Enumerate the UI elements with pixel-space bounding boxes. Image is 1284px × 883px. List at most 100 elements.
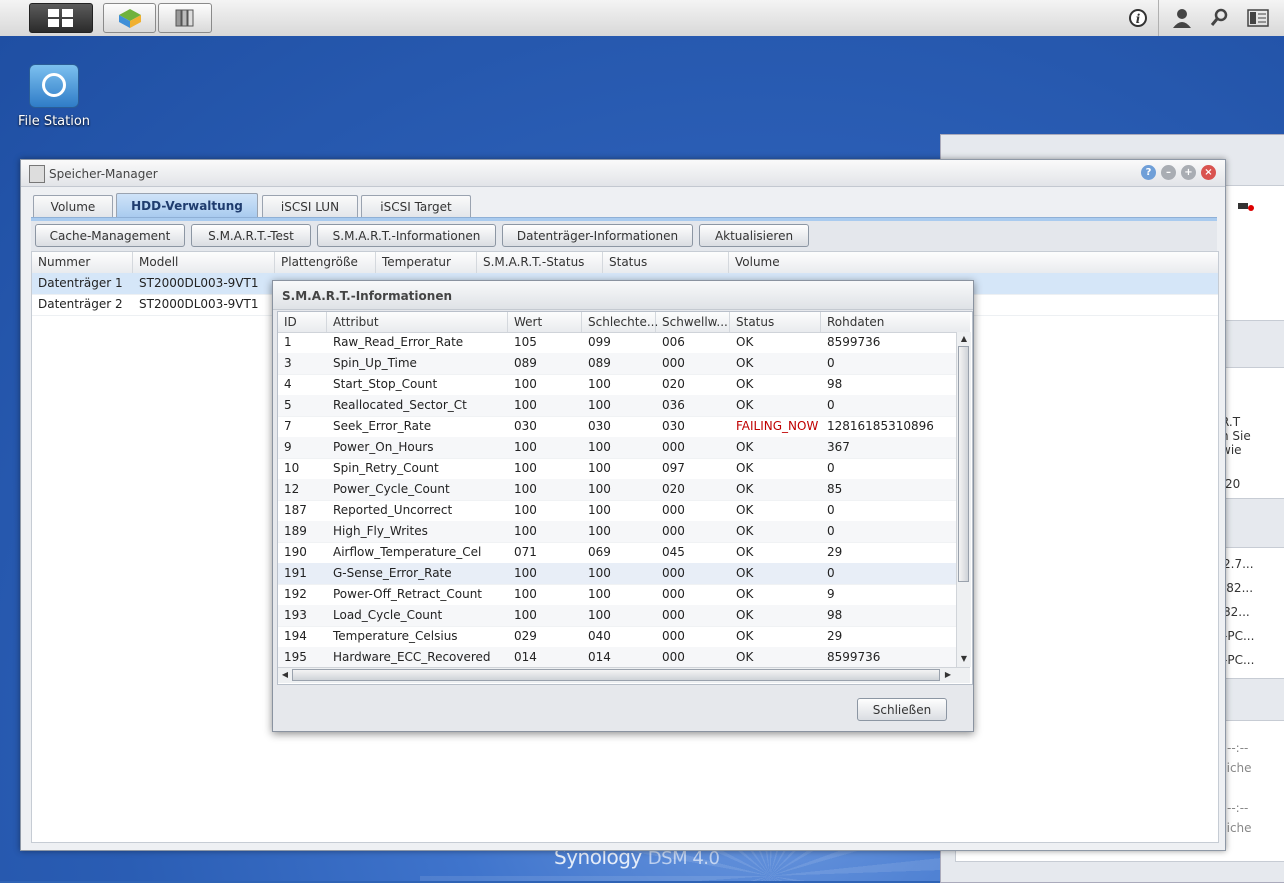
cell-wert: 100 — [514, 524, 537, 538]
column-header[interactable]: Plattengröße — [275, 252, 376, 273]
maximize-icon[interactable]: + — [1181, 165, 1196, 180]
table-row[interactable]: 191 G-Sense_Error_Rate 100 100 000 OK 0 — [278, 563, 956, 585]
user-icon[interactable] — [1171, 7, 1193, 29]
horizontal-scrollbar[interactable]: ◀ ▶ — [278, 667, 970, 683]
cell-schlechteste: 100 — [588, 377, 611, 391]
cell-attribut: Airflow_Temperature_Cel — [333, 545, 482, 559]
column-header[interactable]: Volume — [729, 252, 1218, 273]
vertical-scrollbar[interactable]: ▲ ▼ — [956, 332, 971, 667]
cell-wert: 105 — [514, 335, 537, 349]
dialog-titlebar[interactable]: S.M.A.R.T.-Informationen — [273, 281, 973, 310]
column-header[interactable]: ID — [278, 312, 327, 332]
cell-schwellwert: 020 — [662, 482, 685, 496]
tab-iscsi-target[interactable]: iSCSI Target — [361, 195, 471, 217]
cell-status: OK — [736, 524, 754, 538]
close-icon[interactable]: × — [1201, 165, 1216, 180]
window-titlebar[interactable]: Speicher-Manager ? – + × — [21, 160, 1225, 187]
cell-wert: 100 — [514, 566, 537, 580]
scroll-up-icon[interactable]: ▲ — [958, 333, 970, 345]
column-header[interactable]: S.M.A.R.T.-Status — [477, 252, 603, 273]
table-row[interactable]: 195 Hardware_ECC_Recovered 014 014 000 OK 8599… — [278, 647, 956, 667]
cell-status: OK — [736, 335, 754, 349]
cell-schwellwert: 000 — [662, 629, 685, 643]
cell-attribut: Spin_Retry_Count — [333, 461, 439, 475]
cell-rohdaten: 9 — [827, 587, 835, 601]
disk-info-button[interactable]: Datenträger-Informationen — [502, 224, 693, 247]
table-row[interactable]: 10 Spin_Retry_Count 100 100 097 OK 0 — [278, 458, 956, 480]
refresh-button[interactable]: Aktualisieren — [699, 224, 809, 247]
table-row[interactable]: 193 Load_Cycle_Count 100 100 000 OK 98 — [278, 605, 956, 627]
column-header[interactable]: Schlechte... — [582, 312, 658, 332]
tab-volume[interactable]: Volume — [33, 195, 113, 217]
scrollbar-thumb[interactable] — [958, 346, 969, 582]
table-row[interactable]: 194 Temperature_Celsius 029 040 000 OK 29 — [278, 626, 956, 648]
cell-id: 12 — [284, 482, 300, 496]
cell-status: OK — [736, 398, 754, 412]
cell-attribut: Raw_Read_Error_Rate — [333, 335, 464, 349]
disk-table-header: Nummer Modell Plattengröße Temperatur S.… — [32, 252, 1218, 274]
cell-wert: 100 — [514, 587, 537, 601]
table-row[interactable]: 5 Reallocated_Sector_Ct 100 100 036 OK 0 — [278, 395, 956, 417]
scroll-down-icon[interactable]: ▼ — [958, 653, 970, 665]
table-row[interactable]: 4 Start_Stop_Count 100 100 020 OK 98 — [278, 374, 956, 396]
smart-test-button[interactable]: S.M.A.R.T.-Test — [191, 224, 311, 247]
tab-hdd-verwaltung[interactable]: HDD-Verwaltung — [116, 193, 258, 217]
cache-management-button[interactable]: Cache-Management — [35, 224, 185, 247]
cell-status: FAILING_NOW — [736, 419, 819, 433]
table-row[interactable]: 192 Power-Off_Retract_Count 100 100 000 OK 9 — [278, 584, 956, 606]
table-row[interactable]: 9 Power_On_Hours 100 100 000 OK 367 — [278, 437, 956, 459]
cell-schlechteste: 089 — [588, 356, 611, 370]
column-header[interactable]: Status — [603, 252, 729, 273]
scroll-right-icon[interactable]: ▶ — [942, 669, 954, 681]
scrollbar-thumb[interactable] — [292, 669, 940, 681]
table-row[interactable]: 189 High_Fly_Writes 100 100 000 OK 0 — [278, 521, 956, 543]
info-icon[interactable]: i — [1127, 7, 1149, 29]
column-header[interactable]: Modell — [133, 252, 275, 273]
widgets-icon[interactable] — [1247, 7, 1269, 29]
cell-schwellwert: 000 — [662, 524, 685, 538]
cell-rohdaten: 12816185310896 — [827, 419, 934, 433]
cell-status: OK — [736, 629, 754, 643]
cell-id: 193 — [284, 608, 307, 622]
table-row[interactable]: 12 Power_Cycle_Count 100 100 020 OK 85 — [278, 479, 956, 501]
tab-iscsi-lun[interactable]: iSCSI LUN — [262, 195, 358, 217]
widget-text: --:-- — [1227, 741, 1249, 755]
cell-id: 3 — [284, 356, 292, 370]
cell-rohdaten: 8599736 — [827, 335, 881, 349]
table-row[interactable]: 1 Raw_Read_Error_Rate 105 099 006 OK 8599736 — [278, 332, 956, 354]
cell-status: OK — [736, 356, 754, 370]
cell-wert: 029 — [514, 629, 537, 643]
column-header[interactable]: Wert — [508, 312, 582, 332]
cell-rohdaten: 0 — [827, 524, 835, 538]
widget-text: 82... — [1223, 605, 1250, 619]
search-icon[interactable] — [1209, 7, 1231, 29]
column-header[interactable]: Status — [730, 312, 821, 332]
cell-schwellwert: 020 — [662, 377, 685, 391]
cell-schlechteste: 099 — [588, 335, 611, 349]
widget-text: '82... — [1223, 581, 1254, 595]
desktop-icon-file-station[interactable]: File Station — [14, 64, 94, 129]
column-header[interactable]: Nummer — [32, 252, 133, 273]
minimize-icon[interactable]: – — [1161, 165, 1176, 180]
column-header[interactable]: Rohdaten — [821, 312, 970, 332]
column-header[interactable]: Attribut — [327, 312, 508, 332]
help-icon[interactable]: ? — [1141, 165, 1156, 180]
scroll-left-icon[interactable]: ◀ — [279, 669, 291, 681]
package-center-button[interactable] — [103, 3, 156, 33]
cell-modell: ST2000DL003-9VT1 — [139, 297, 259, 311]
close-button[interactable]: Schließen — [857, 698, 947, 721]
column-header[interactable]: Temperatur — [376, 252, 477, 273]
cell-rohdaten: 0 — [827, 356, 835, 370]
taskbar: i — [0, 0, 1284, 37]
table-row[interactable]: 7 Seek_Error_Rate 030 030 030 FAILING_NOW 1281… — [278, 416, 956, 438]
table-row[interactable]: 3 Spin_Up_Time 089 089 000 OK 0 — [278, 353, 956, 375]
table-row[interactable]: 190 Airflow_Temperature_Cel 071 069 045 OK 29 — [278, 542, 956, 564]
widget-text: -PC... — [1223, 629, 1255, 643]
dialog-title: S.M.A.R.T.-Informationen — [282, 289, 453, 303]
main-menu-button[interactable] — [29, 3, 93, 33]
svg-text:i: i — [1136, 12, 1141, 26]
column-header[interactable]: Schwellw... — [656, 312, 730, 332]
storage-manager-task-button[interactable] — [158, 3, 212, 33]
table-row[interactable]: 187 Reported_Uncorrect 100 100 000 OK 0 — [278, 500, 956, 522]
smart-info-button[interactable]: S.M.A.R.T.-Informationen — [317, 224, 496, 247]
